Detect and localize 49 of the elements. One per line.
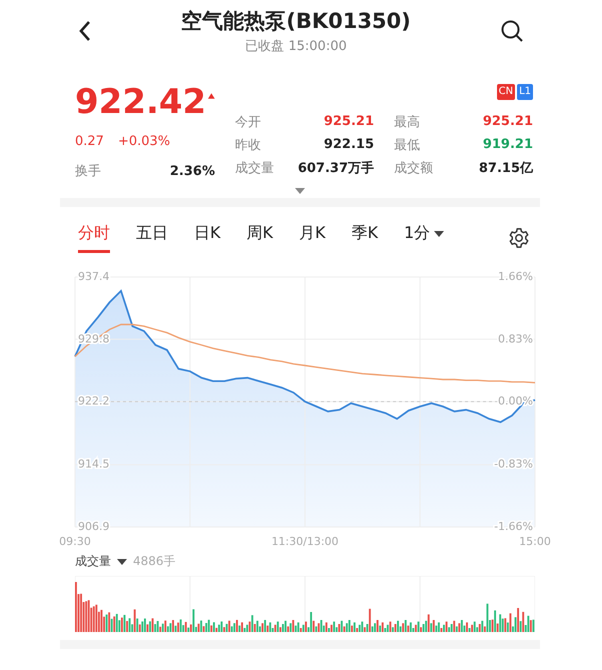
- caret-icon: [434, 230, 444, 236]
- stat-label: 换手: [75, 163, 101, 180]
- price-change: 0.27: [75, 134, 104, 148]
- percent-axis-label: 0.00%: [498, 394, 533, 408]
- settings-icon[interactable]: [508, 227, 530, 249]
- percent-axis-label: -1.66%: [494, 520, 533, 534]
- stat-label: 今开: [235, 114, 262, 130]
- stat-value: 925.21: [482, 114, 533, 129]
- price-axis-label: 922.2: [78, 394, 110, 408]
- percent-axis-label: -0.83%: [494, 458, 533, 471]
- price-axis-label: 937.4: [78, 270, 110, 284]
- back-icon[interactable]: [78, 20, 92, 42]
- percent-axis-label: 0.83%: [498, 332, 533, 346]
- market-tag: L1: [517, 84, 533, 100]
- stat-label: 昨收: [235, 136, 262, 154]
- page-title: 空气能热泵(BK01350): [181, 8, 411, 35]
- stat-label: 最高: [394, 114, 421, 130]
- time-axis-label: 15:00: [519, 535, 551, 548]
- stat-value: 922.15: [322, 137, 374, 152]
- search-icon[interactable]: [500, 19, 524, 43]
- chart-tab[interactable]: 五日: [136, 223, 168, 253]
- stat-label: 最低: [394, 136, 421, 154]
- percent-axis-label: 1.66%: [498, 270, 533, 284]
- stat-value: 607.37万手: [296, 160, 374, 176]
- stat-value: 925.21: [322, 114, 374, 129]
- stat-value: 87.15亿: [478, 160, 533, 176]
- time-axis-label: 09:30: [59, 535, 91, 548]
- stat-label: 成交额: [394, 160, 434, 176]
- market-tag: CN: [496, 84, 516, 100]
- stat-value: 2.36%: [170, 164, 215, 178]
- stat-label: 成交量: [235, 160, 275, 176]
- chart-tab[interactable]: 月K: [299, 223, 326, 253]
- interval-dropdown[interactable]: 1分: [404, 223, 444, 253]
- market-status: 已收盘 15:00:00: [245, 38, 347, 55]
- stat-value: 919.21: [482, 137, 533, 152]
- chart-tab[interactable]: 周K: [246, 223, 273, 253]
- percent-change: +0.03%: [118, 134, 170, 148]
- price-axis-label: 906.9: [78, 520, 110, 534]
- last-price: 922.42: [75, 81, 206, 124]
- chart-tab[interactable]: 日K: [194, 223, 220, 253]
- time-axis-label: 11:30/13:00: [271, 535, 339, 548]
- volume-value: 4886手: [133, 553, 176, 570]
- price-axis-label: 914.5: [78, 458, 110, 471]
- caret-icon: [117, 558, 127, 564]
- volume-label[interactable]: 成交量: [75, 553, 111, 570]
- chart-tab[interactable]: 分时: [78, 223, 110, 253]
- expand-caret-icon: [295, 188, 305, 194]
- chart-tab[interactable]: 季K: [352, 223, 378, 253]
- up-arrow-icon: [208, 92, 215, 100]
